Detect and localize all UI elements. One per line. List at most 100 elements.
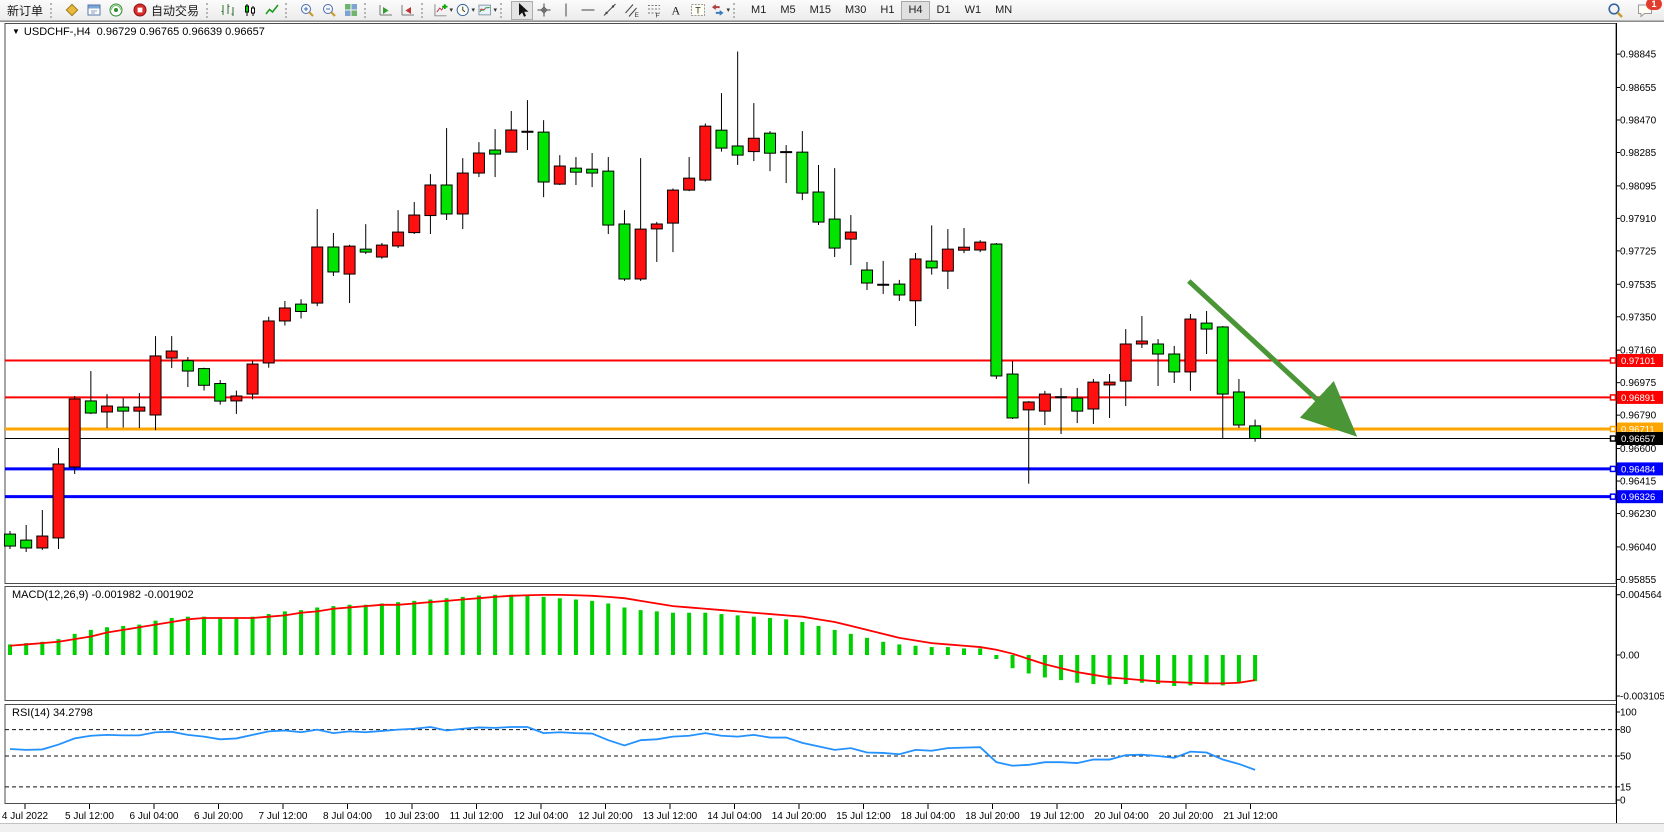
macd-indicator-label: MACD(12,26,9) -0.001982 -0.001902 bbox=[12, 589, 194, 601]
svg-text:A: A bbox=[672, 4, 681, 18]
svg-text:14 Jul 04:00: 14 Jul 04:00 bbox=[707, 811, 762, 822]
svg-text:0.96975: 0.96975 bbox=[1620, 378, 1657, 389]
line-chart-icon[interactable] bbox=[261, 1, 283, 20]
chart-ohlc-values: 0.96729 0.96765 0.96639 0.96657 bbox=[97, 26, 265, 38]
timeframe-button-m15[interactable]: M15 bbox=[803, 1, 838, 20]
svg-text:80: 80 bbox=[1620, 725, 1632, 736]
chart-menu-dropdown-icon[interactable]: ▼ bbox=[12, 27, 20, 36]
svg-text:15 Jul 12:00: 15 Jul 12:00 bbox=[836, 811, 891, 822]
arrows-icon[interactable]: ▾ bbox=[709, 1, 731, 20]
rsi-value: 34.2798 bbox=[53, 707, 93, 719]
window-bottom-edge bbox=[0, 823, 1664, 832]
svg-text:6 Jul 04:00: 6 Jul 04:00 bbox=[130, 811, 179, 822]
templates-icon-caret[interactable]: ▾ bbox=[494, 6, 498, 14]
svg-text:7 Jul 12:00: 7 Jul 12:00 bbox=[259, 811, 308, 822]
timeframe-button-m30[interactable]: M30 bbox=[838, 1, 873, 20]
zoom-in-icon[interactable] bbox=[296, 1, 318, 20]
timeframe-button-d1[interactable]: D1 bbox=[930, 1, 958, 20]
notification-badge: 1 bbox=[1646, 0, 1662, 10]
vertical-line-icon[interactable] bbox=[555, 1, 577, 20]
fibonacci-icon[interactable]: F bbox=[643, 1, 665, 20]
svg-text:50: 50 bbox=[1620, 752, 1632, 763]
chart-symbol-period: USDCHF-,H4 bbox=[24, 26, 91, 38]
timeframe-button-w1[interactable]: W1 bbox=[958, 1, 989, 20]
new-order-button[interactable]: 新订单 bbox=[2, 1, 48, 20]
periods-icon[interactable]: ▾ bbox=[454, 1, 476, 20]
svg-text:19 Jul 12:00: 19 Jul 12:00 bbox=[1030, 811, 1085, 822]
svg-text:21 Jul 12:00: 21 Jul 12:00 bbox=[1223, 811, 1278, 822]
auto-scroll-icon[interactable] bbox=[375, 1, 397, 20]
crosshair-icon[interactable] bbox=[533, 1, 555, 20]
svg-text:20 Jul 20:00: 20 Jul 20:00 bbox=[1159, 811, 1214, 822]
timeframe-button-m1[interactable]: M1 bbox=[744, 1, 773, 20]
svg-text:0.96484: 0.96484 bbox=[1621, 464, 1655, 475]
toolbar-separator bbox=[364, 3, 371, 18]
svg-text:0.97910: 0.97910 bbox=[1620, 214, 1657, 225]
svg-text:0.95855: 0.95855 bbox=[1620, 575, 1657, 586]
price-chart-canvas[interactable]: 0.988450.986550.984700.982850.980950.979… bbox=[0, 22, 1664, 831]
tile-windows-icon[interactable] bbox=[340, 1, 362, 20]
svg-text:0.96040: 0.96040 bbox=[1620, 542, 1657, 553]
bar-chart-icon[interactable] bbox=[217, 1, 239, 20]
svg-text:20 Jul 04:00: 20 Jul 04:00 bbox=[1094, 811, 1149, 822]
templates-icon[interactable]: ▾ bbox=[476, 1, 498, 20]
svg-text:0.97535: 0.97535 bbox=[1620, 280, 1657, 291]
macd-main-value: -0.001982 bbox=[91, 589, 141, 601]
text-label-icon[interactable]: T bbox=[687, 1, 709, 20]
notifications-icon[interactable]: 1 bbox=[1634, 1, 1656, 20]
indicators-icon-caret[interactable]: ▾ bbox=[450, 6, 454, 14]
svg-text:6 Jul 20:00: 6 Jul 20:00 bbox=[194, 811, 243, 822]
timeframe-button-m5[interactable]: M5 bbox=[773, 1, 802, 20]
svg-text:12 Jul 04:00: 12 Jul 04:00 bbox=[514, 811, 569, 822]
chart-window[interactable]: 0.988450.986550.984700.982850.980950.979… bbox=[0, 21, 1664, 831]
cursor-icon[interactable] bbox=[511, 1, 533, 20]
svg-text:11 Jul 12:00: 11 Jul 12:00 bbox=[450, 811, 504, 822]
periods-icon-caret[interactable]: ▾ bbox=[472, 6, 476, 14]
svg-text:12 Jul 20:00: 12 Jul 20:00 bbox=[578, 811, 633, 822]
horizontal-line-icon[interactable] bbox=[577, 1, 599, 20]
candlestick-chart-icon[interactable] bbox=[239, 1, 261, 20]
svg-text:4 Jul 2022: 4 Jul 2022 bbox=[2, 811, 49, 822]
svg-text:0.98285: 0.98285 bbox=[1620, 148, 1657, 159]
data-window-icon[interactable] bbox=[83, 1, 105, 20]
svg-text:0.97101: 0.97101 bbox=[1621, 356, 1655, 367]
timeframe-button-h4[interactable]: H4 bbox=[901, 1, 929, 20]
svg-text:8 Jul 04:00: 8 Jul 04:00 bbox=[323, 811, 372, 822]
svg-text:0: 0 bbox=[1620, 796, 1626, 807]
trendline-icon[interactable] bbox=[599, 1, 621, 20]
toolbar-separator bbox=[733, 3, 740, 18]
autotrading-button-label: 自动交易 bbox=[151, 2, 199, 19]
charts-profile-icon[interactable] bbox=[61, 1, 83, 20]
svg-text:0.96326: 0.96326 bbox=[1621, 492, 1655, 503]
arrows-icon-caret[interactable]: ▾ bbox=[727, 6, 731, 14]
indicators-icon[interactable]: ▾ bbox=[432, 1, 454, 20]
macd-signal-value: -0.001902 bbox=[144, 589, 194, 601]
signal-icon[interactable] bbox=[105, 1, 127, 20]
svg-text:0.96657: 0.96657 bbox=[1621, 434, 1655, 445]
chart-title: ▼ USDCHF-,H4 0.96729 0.96765 0.96639 0.96… bbox=[12, 26, 265, 38]
svg-text:0.98470: 0.98470 bbox=[1620, 115, 1657, 126]
svg-text:-0.003105: -0.003105 bbox=[1620, 692, 1664, 703]
timeframe-button-h1[interactable]: H1 bbox=[873, 1, 901, 20]
chart-shift-icon[interactable] bbox=[397, 1, 419, 20]
svg-text:0.96230: 0.96230 bbox=[1620, 509, 1657, 520]
main-toolbar: 新订单 自动交易 ▾ ▾ ▾ EFA T ▾ M1M5M15M30H1H4D1W1MN 1 bbox=[0, 0, 1664, 21]
svg-text:0.98655: 0.98655 bbox=[1620, 83, 1657, 94]
new-order-button-label: 新订单 bbox=[7, 2, 43, 19]
text-icon[interactable]: A bbox=[665, 1, 687, 20]
svg-text:5 Jul 12:00: 5 Jul 12:00 bbox=[65, 811, 114, 822]
svg-text:0.97350: 0.97350 bbox=[1620, 312, 1657, 323]
toolbar-separator bbox=[285, 3, 292, 18]
zoom-out-icon[interactable] bbox=[318, 1, 340, 20]
svg-text:13 Jul 12:00: 13 Jul 12:00 bbox=[643, 811, 698, 822]
rsi-indicator-label: RSI(14) 34.2798 bbox=[12, 707, 93, 719]
autotrading-button[interactable]: 自动交易 bbox=[127, 1, 204, 20]
svg-text:0.98845: 0.98845 bbox=[1620, 50, 1657, 61]
search-icon[interactable] bbox=[1604, 1, 1626, 20]
svg-text:14 Jul 20:00: 14 Jul 20:00 bbox=[772, 811, 827, 822]
svg-text:18 Jul 20:00: 18 Jul 20:00 bbox=[965, 811, 1020, 822]
svg-text:0.00: 0.00 bbox=[1620, 651, 1640, 662]
timeframe-button-mn[interactable]: MN bbox=[988, 1, 1019, 20]
equidistant-channel-icon[interactable]: E bbox=[621, 1, 643, 20]
svg-text:T: T bbox=[695, 6, 701, 16]
